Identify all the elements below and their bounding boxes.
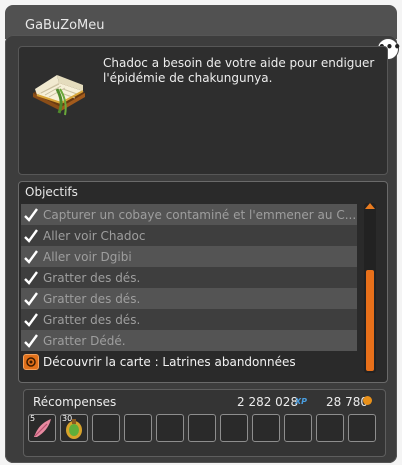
objectives-panel: Objectifs Capturer un cobaye contaminé e…	[18, 181, 388, 383]
checkmark-icon	[23, 312, 39, 328]
checkmark-icon	[23, 333, 39, 349]
objective-label: Découvrir la carte : Latrines abandonnée…	[43, 354, 296, 369]
objective-label: Capturer un cobaye contaminé et l'emmene…	[43, 207, 357, 222]
objective-item[interactable]: Gratter Dédé.	[21, 330, 357, 351]
objective-label: Aller voir Chadoc	[43, 228, 146, 243]
reward-slot[interactable]: 30	[60, 414, 88, 442]
objective-label: Gratter Dédé.	[43, 333, 126, 348]
open-book-icon	[33, 75, 85, 116]
objective-label: Gratter des dés.	[43, 270, 141, 285]
quest-description-panel: Chadoc a besoin de votre aide pour endig…	[18, 46, 388, 175]
objective-item[interactable]: Aller voir Dgibi	[21, 246, 357, 267]
scroll-thumb[interactable]	[366, 270, 374, 371]
reward-slot-empty[interactable]	[156, 414, 184, 442]
reward-slot-empty[interactable]	[316, 414, 344, 442]
reward-slots: 5 30	[28, 414, 376, 442]
objective-item[interactable]: Gratter des dés.	[21, 288, 357, 309]
objective-label: Aller voir Dgibi	[43, 249, 132, 264]
objectives-header: Objectifs	[25, 185, 78, 199]
target-icon	[23, 353, 39, 370]
xp-label: XP	[295, 397, 308, 406]
checkmark-icon	[23, 228, 39, 244]
checkmark-icon	[23, 270, 39, 286]
objectives-list: Capturer un cobaye contaminé et l'emmene…	[21, 204, 357, 372]
reward-slot-empty[interactable]	[188, 414, 216, 442]
reward-slot-empty[interactable]	[124, 414, 152, 442]
rewards-panel: Récompenses 2 282 028 XP 28 780 5 30	[23, 389, 386, 457]
window-title: GaBuZoMeu	[25, 18, 105, 33]
reward-slot[interactable]: 5	[28, 414, 56, 442]
reward-slot-empty[interactable]	[92, 414, 120, 442]
kama-coin-icon	[363, 396, 372, 405]
checkmark-icon	[23, 249, 39, 265]
reward-slot-empty[interactable]	[252, 414, 280, 442]
item-quantity: 5	[30, 414, 36, 423]
window-title-bar: GaBuZoMeu	[5, 5, 397, 39]
kamas-value: 28 780	[326, 395, 368, 409]
reward-slot-empty[interactable]	[348, 414, 376, 442]
objective-label: Gratter des dés.	[43, 291, 141, 306]
reward-slot-empty[interactable]	[220, 414, 248, 442]
objective-item[interactable]: Gratter des dés.	[21, 309, 357, 330]
item-quantity: 30	[62, 414, 73, 423]
rewards-header: Récompenses	[33, 395, 117, 409]
objective-item-current[interactable]: Découvrir la carte : Latrines abandonnée…	[21, 351, 357, 372]
checkmark-icon	[23, 291, 39, 307]
checkmark-icon	[23, 207, 39, 223]
objective-item[interactable]: Gratter des dés.	[21, 267, 357, 288]
objective-item[interactable]: Capturer un cobaye contaminé et l'emmene…	[21, 204, 357, 225]
objective-label: Gratter des dés.	[43, 312, 141, 327]
scroll-up-icon[interactable]	[365, 203, 375, 209]
objectives-scrollbar[interactable]	[364, 203, 376, 373]
xp-value: 2 282 028	[237, 395, 299, 409]
quest-description: Chadoc a besoin de votre aide pour endig…	[103, 56, 375, 85]
objective-item[interactable]: Aller voir Chadoc	[21, 225, 357, 246]
reward-slot-empty[interactable]	[284, 414, 312, 442]
